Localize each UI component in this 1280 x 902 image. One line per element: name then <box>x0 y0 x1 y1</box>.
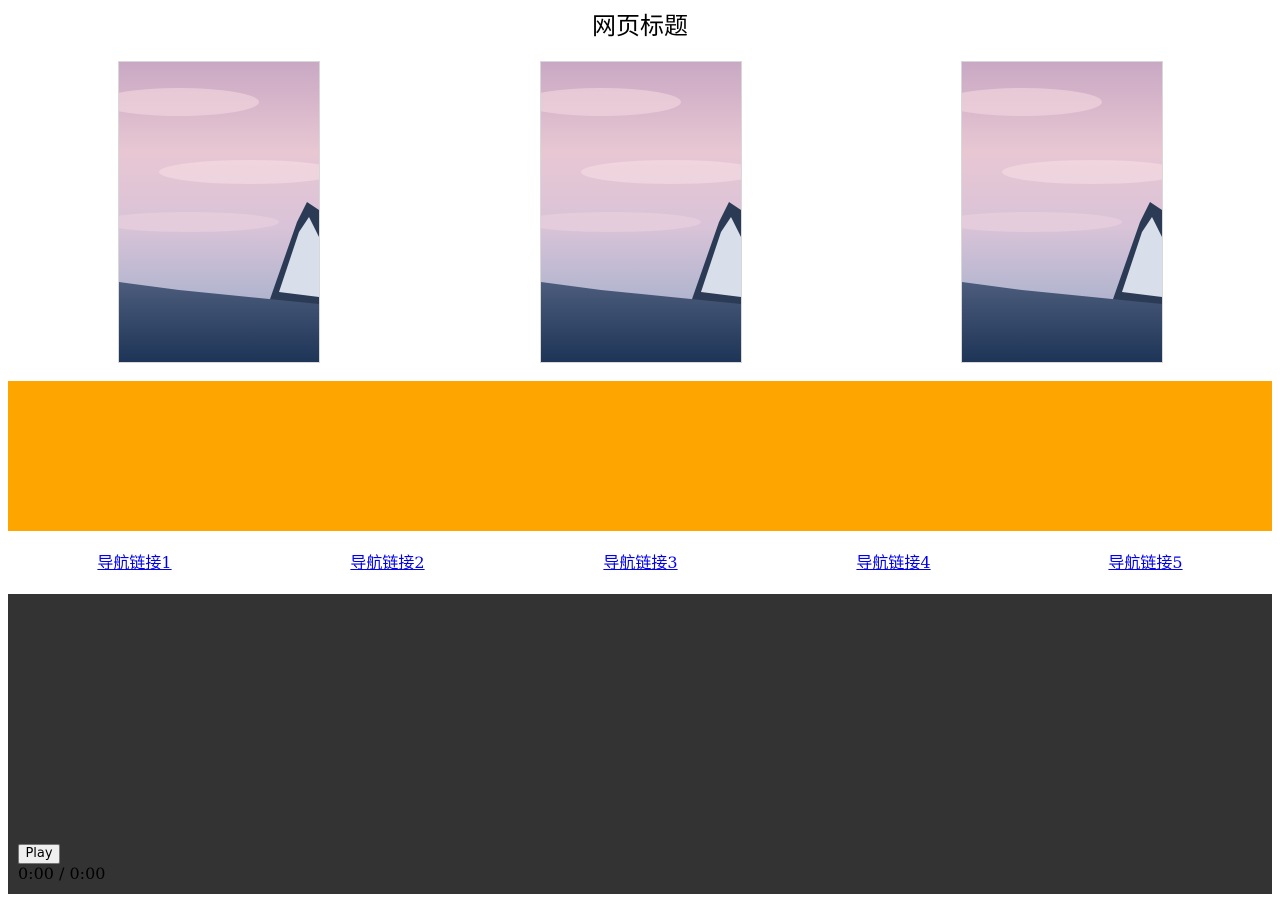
banner <box>8 381 1272 531</box>
video-player[interactable]: Play 0:00 / 0:00 <box>8 594 1272 894</box>
page: 网页标题 导航链接1 导航链接2 导航链接3 导航链接4 导航链接5 Play … <box>0 0 1280 902</box>
time-readout: 0:00 / 0:00 <box>18 864 106 883</box>
play-button[interactable]: Play <box>18 844 60 864</box>
mountain-sunset-image <box>540 61 742 363</box>
nav-link-2[interactable]: 导航链接2 <box>261 548 514 578</box>
nav-link-1[interactable]: 导航链接1 <box>8 548 261 578</box>
nav-link-3[interactable]: 导航链接3 <box>514 548 767 578</box>
mountain-sunset-image <box>118 61 320 363</box>
nav-link-4[interactable]: 导航链接4 <box>767 548 1020 578</box>
nav-link-5[interactable]: 导航链接5 <box>1019 548 1272 578</box>
page-title: 网页标题 <box>592 12 688 40</box>
image-gallery <box>8 61 1272 363</box>
navigation-bar: 导航链接1 导航链接2 导航链接3 导航链接4 导航链接5 <box>8 548 1272 578</box>
mountain-sunset-image <box>961 61 1163 363</box>
